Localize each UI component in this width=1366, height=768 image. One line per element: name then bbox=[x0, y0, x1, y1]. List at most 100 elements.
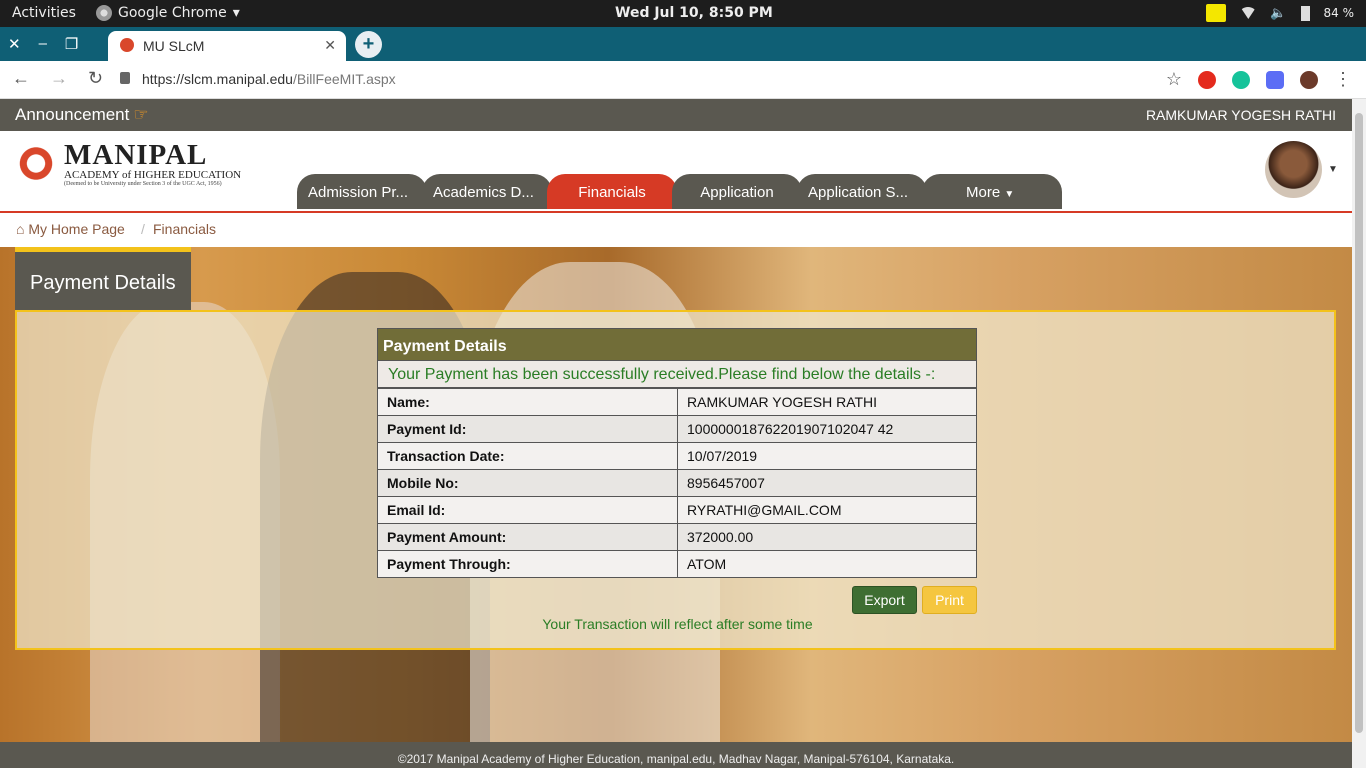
avatar-caret-icon[interactable]: ▼ bbox=[1328, 164, 1338, 175]
notes-icon[interactable] bbox=[1206, 4, 1227, 22]
row-key: Payment Id: bbox=[377, 415, 678, 443]
system-tray[interactable]: 🔈 84 % bbox=[1206, 4, 1354, 22]
volume-icon: 🔈 bbox=[1270, 5, 1287, 21]
nav-financials[interactable]: Financials bbox=[547, 174, 677, 209]
nav-application-status[interactable]: Application S... bbox=[797, 174, 927, 209]
menu-dots-icon[interactable]: ⋮ bbox=[1334, 69, 1352, 90]
site-header: MANIPAL ACADEMY of HIGHER EDUCATION (Dee… bbox=[0, 131, 1352, 213]
announcement-label: Announcement bbox=[15, 105, 130, 124]
grammarly-extension-icon[interactable] bbox=[1232, 70, 1250, 89]
row-key: Payment Through: bbox=[377, 550, 678, 578]
action-buttons: Export Print bbox=[852, 586, 977, 614]
profile-avatar-icon[interactable] bbox=[1300, 70, 1318, 89]
row-value: RAMKUMAR YOGESH RATHI bbox=[677, 388, 977, 416]
breadcrumb: ⌂ My Home Page / Financials bbox=[0, 215, 1352, 247]
os-top-bar: Activities Google Chrome ▾ Wed Jul 10, 8… bbox=[0, 0, 1366, 27]
hand-pointer-icon: ☞ bbox=[133, 105, 149, 124]
row-value: 10/07/2019 bbox=[677, 442, 977, 470]
app-name: Google Chrome bbox=[118, 5, 227, 21]
row-key: Payment Amount: bbox=[377, 523, 678, 551]
row-value: RYRATHI@GMAIL.COM bbox=[677, 496, 977, 524]
table-row: Mobile No: 8956457007 bbox=[377, 469, 977, 497]
activities-button[interactable]: Activities bbox=[12, 5, 76, 21]
row-value: 100000018762201907102047 42 bbox=[677, 415, 977, 443]
nav-application[interactable]: Application bbox=[672, 174, 802, 209]
nav-buttons: ← → ↻ bbox=[12, 68, 103, 89]
announcement-link[interactable]: Announcement ☞ bbox=[15, 105, 149, 125]
breadcrumb-home[interactable]: ⌂ My Home Page bbox=[16, 221, 125, 237]
payment-panel: Payment Details Your Payment has been su… bbox=[15, 310, 1336, 650]
tab-strip: ✕ ‒ ❐ MU SLcM ✕ + bbox=[0, 27, 1366, 61]
nav-academics[interactable]: Academics D... bbox=[422, 174, 552, 209]
table-row: Payment Through: ATOM bbox=[377, 550, 977, 578]
url-path: /BillFeeMIT.aspx bbox=[292, 71, 396, 87]
window-controls: ✕ ‒ ❐ bbox=[8, 35, 78, 53]
reload-icon[interactable]: ↻ bbox=[88, 68, 103, 89]
address-bar[interactable]: https://slcm.manipal.edu/BillFeeMIT.aspx bbox=[142, 71, 396, 87]
row-key: Mobile No: bbox=[377, 469, 678, 497]
close-window-icon[interactable]: ✕ bbox=[8, 35, 21, 53]
logo-subtitle: ACADEMY of HIGHER EDUCATION bbox=[64, 169, 242, 181]
row-key: Email Id: bbox=[377, 496, 678, 524]
logo-tagline: (Deemed to be University under Section 3… bbox=[64, 181, 222, 187]
app-menu[interactable]: Google Chrome ▾ bbox=[96, 5, 240, 21]
row-value: ATOM bbox=[677, 550, 977, 578]
table-row: Transaction Date: 10/07/2019 bbox=[377, 442, 977, 470]
logo-title: MANIPAL bbox=[64, 139, 208, 171]
battery-icon bbox=[1300, 5, 1310, 21]
restore-icon[interactable]: ❐ bbox=[65, 35, 78, 53]
breadcrumb-current[interactable]: Financials bbox=[153, 221, 216, 237]
browser-toolbar: ← → ↻ https://slcm.manipal.edu/BillFeeMI… bbox=[0, 61, 1366, 99]
footer: ©2017 Manipal Academy of Higher Educatio… bbox=[0, 742, 1352, 768]
table-row: Email Id: RYRATHI@GMAIL.COM bbox=[377, 496, 977, 524]
export-button[interactable]: Export bbox=[852, 586, 917, 614]
adblock-extension-icon[interactable] bbox=[1198, 70, 1216, 89]
main-nav: Admission Pr... Academics D... Financial… bbox=[297, 174, 1062, 209]
toolbar-actions: ☆ ⋮ bbox=[1166, 69, 1352, 90]
home-icon: ⌂ bbox=[16, 221, 25, 237]
minimize-icon[interactable]: ‒ bbox=[39, 35, 47, 53]
bookmark-star-icon[interactable]: ☆ bbox=[1166, 69, 1182, 90]
print-button[interactable]: Print bbox=[922, 586, 977, 614]
scrollbar-thumb[interactable] bbox=[1355, 113, 1363, 733]
section-title: Payment Details bbox=[15, 247, 191, 310]
wifi-icon bbox=[1240, 7, 1257, 19]
breadcrumb-separator: / bbox=[141, 221, 145, 237]
video-extension-icon[interactable] bbox=[1266, 70, 1284, 89]
announcement-bar: Announcement ☞ RAMKUMAR YOGESH RATHI bbox=[0, 99, 1352, 131]
new-tab-button[interactable]: + bbox=[355, 31, 382, 58]
caret-down-icon: ▼ bbox=[1004, 189, 1015, 200]
breadcrumb-home-label: My Home Page bbox=[28, 221, 125, 237]
row-value: 8956457007 bbox=[677, 469, 977, 497]
table-row: Name: RAMKUMAR YOGESH RATHI bbox=[377, 388, 977, 416]
nav-admission[interactable]: Admission Pr... bbox=[297, 174, 427, 209]
payment-details-table: Payment Details Your Payment has been su… bbox=[377, 328, 977, 578]
url-host: https://slcm.manipal.edu bbox=[142, 71, 293, 87]
table-header: Payment Details bbox=[377, 328, 977, 361]
transaction-note: Your Transaction will reflect after some… bbox=[542, 616, 813, 632]
web-page: Announcement ☞ RAMKUMAR YOGESH RATHI MANI… bbox=[0, 99, 1352, 768]
tab-title: MU SLcM bbox=[143, 38, 205, 54]
table-row: Payment Amount: 372000.00 bbox=[377, 523, 977, 551]
manipal-emblem-icon bbox=[14, 141, 58, 191]
row-value: 372000.00 bbox=[677, 523, 977, 551]
clock[interactable]: Wed Jul 10, 8:50 PM bbox=[615, 5, 773, 21]
manipal-logo[interactable]: MANIPAL ACADEMY of HIGHER EDUCATION (Dee… bbox=[14, 141, 241, 191]
battery-percent: 84 % bbox=[1323, 6, 1355, 20]
chevron-down-icon: ▾ bbox=[232, 5, 240, 21]
browser-tab[interactable]: MU SLcM ✕ bbox=[108, 31, 346, 61]
favicon-icon bbox=[120, 38, 134, 52]
avatar[interactable] bbox=[1265, 141, 1322, 198]
nav-more-label: More bbox=[966, 184, 1001, 201]
row-key: Name: bbox=[377, 388, 678, 416]
lock-icon[interactable] bbox=[120, 72, 130, 84]
success-message: Your Payment has been successfully recei… bbox=[377, 361, 977, 388]
row-key: Transaction Date: bbox=[377, 442, 678, 470]
close-tab-icon[interactable]: ✕ bbox=[324, 37, 336, 54]
user-name: RAMKUMAR YOGESH RATHI bbox=[1145, 107, 1336, 123]
chrome-icon bbox=[96, 5, 112, 21]
page-scrollbar[interactable] bbox=[1352, 99, 1366, 768]
back-icon[interactable]: ← bbox=[12, 68, 30, 89]
nav-more[interactable]: More ▼ bbox=[922, 174, 1062, 209]
forward-icon[interactable]: → bbox=[50, 68, 68, 89]
